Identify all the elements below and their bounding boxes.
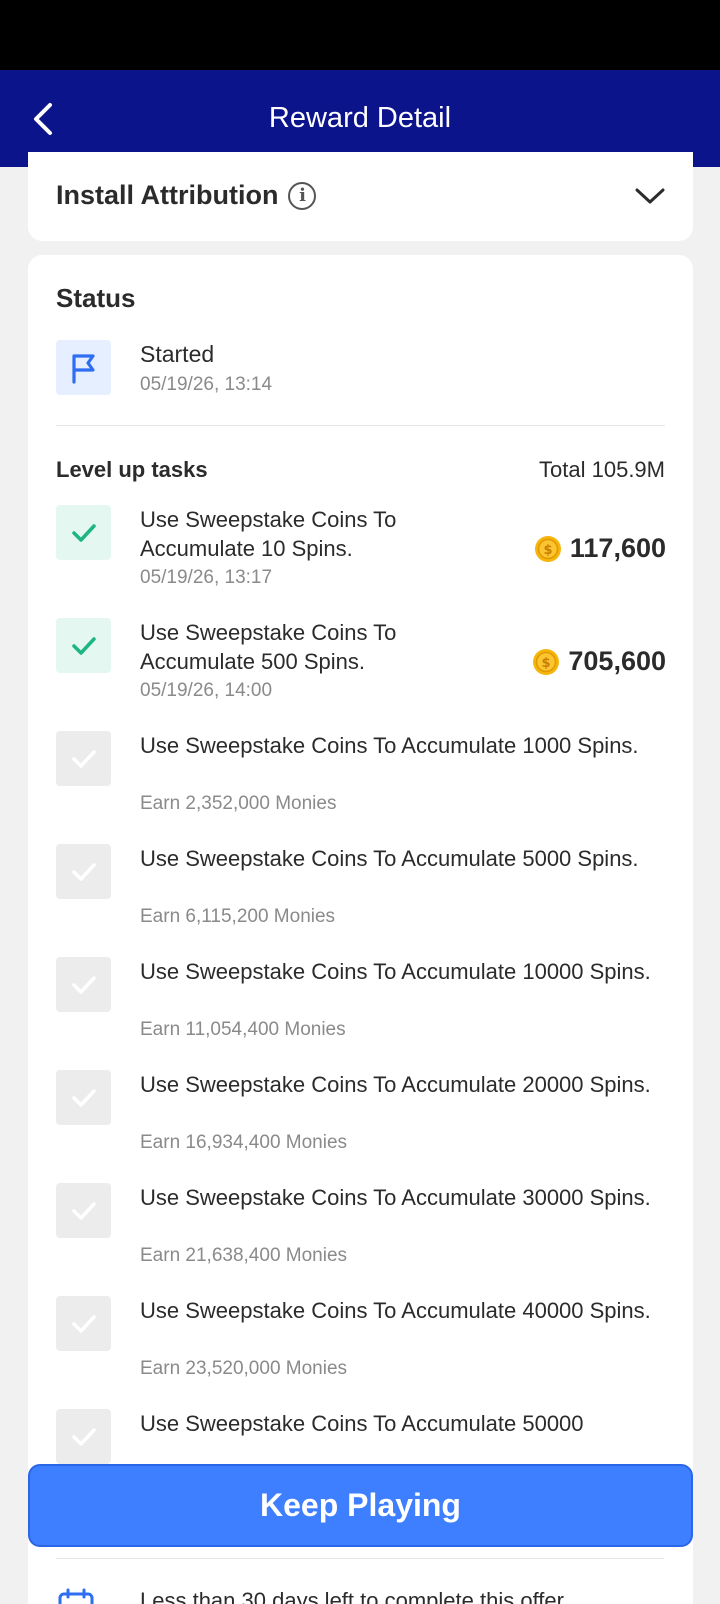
task-title: Use Sweepstake Coins To Accumulate 1000 …: [140, 733, 639, 758]
check-icon: [71, 1088, 96, 1107]
task-title: Use Sweepstake Coins To Accumulate 40000…: [140, 1298, 651, 1323]
calendar-icon: [58, 1588, 94, 1604]
task-checkbox-done: [56, 505, 111, 560]
task-title: Use Sweepstake Coins To Accumulate 30000…: [140, 1185, 651, 1210]
coin-icon: $: [533, 648, 560, 675]
task-title: Use Sweepstake Coins To Accumulate 10 Sp…: [140, 507, 397, 561]
divider: [56, 425, 665, 426]
info-icon[interactable]: i: [288, 181, 317, 210]
check-icon: [71, 1314, 96, 1333]
task-title: Use Sweepstake Coins To Accumulate 500 S…: [140, 620, 397, 674]
flag-icon: [71, 353, 95, 384]
task-checkbox-pending: [56, 844, 111, 899]
task-reward-amount: 117,600: [569, 533, 666, 563]
install-attribution-header: Install Attribution i: [56, 180, 317, 211]
task-item: Use Sweepstake Coins To Accumulate 5000 …: [56, 844, 666, 944]
task-earn-amount: Earn 21,638,400 Monies: [140, 1245, 348, 1266]
task-earn-amount: Earn 16,934,400 Monies: [140, 1132, 348, 1153]
keep-playing-button[interactable]: Keep Playing: [28, 1464, 693, 1547]
task-earn-amount: Earn 23,520,000 Monies: [140, 1358, 348, 1379]
task-item: Use Sweepstake Coins To Accumulate 1000 …: [56, 731, 666, 831]
svg-text:$: $: [542, 656, 551, 671]
task-title: Use Sweepstake Coins To Accumulate 10000…: [140, 959, 651, 984]
task-item: Use Sweepstake Coins To Accumulate 40000…: [56, 1296, 666, 1396]
status-started-time: 05/19/26, 13:14: [140, 374, 273, 395]
task-item: Use Sweepstake Coins To Accumulate 30000…: [56, 1183, 666, 1283]
task-title: Use Sweepstake Coins To Accumulate 20000…: [140, 1072, 651, 1097]
check-icon: [71, 862, 96, 881]
task-reward: $ 705,600: [532, 646, 666, 677]
task-completed-time: 05/19/26, 14:00: [140, 680, 273, 701]
check-icon: [71, 636, 96, 655]
task-earn-amount: Earn 2,352,000 Monies: [140, 793, 337, 814]
divider: [56, 1558, 664, 1559]
back-button[interactable]: [20, 96, 66, 142]
task-earn-amount: Earn 11,054,400 Monies: [140, 1019, 346, 1040]
chevron-down-icon[interactable]: [633, 184, 667, 208]
status-started-label: Started: [140, 341, 215, 367]
task-title: Use Sweepstake Coins To Accumulate 5000 …: [140, 846, 639, 871]
task-checkbox-pending: [56, 957, 111, 1012]
svg-text:$: $: [543, 543, 552, 558]
status-card: Status Started 05/19/26, 13:14 Level up …: [28, 255, 693, 1604]
check-icon: [71, 1201, 96, 1220]
check-icon: [71, 523, 96, 542]
task-checkbox-pending: [56, 731, 111, 786]
task-checkbox-pending: [56, 1409, 111, 1464]
level-up-tasks-total: Total 105.9M: [539, 457, 665, 482]
task-completed-time: 05/19/26, 13:17: [140, 567, 273, 588]
chevron-left-icon: [34, 103, 52, 135]
task-title: Use Sweepstake Coins To Accumulate 50000: [140, 1411, 584, 1436]
check-icon: [71, 1427, 96, 1446]
task-checkbox-pending: [56, 1296, 111, 1351]
status-title: Status: [56, 283, 136, 313]
status-flag-badge: [56, 340, 111, 395]
task-item: Use Sweepstake Coins To Accumulate 10 Sp…: [56, 505, 666, 605]
task-item: Use Sweepstake Coins To Accumulate 10000…: [56, 957, 666, 1057]
task-reward: $ 117,600: [534, 533, 666, 564]
system-status-bar: [0, 0, 720, 70]
task-item: Use Sweepstake Coins To Accumulate 500 S…: [56, 618, 666, 718]
check-icon: [71, 975, 96, 994]
offer-deadline-text: Less than 30 days left to complete this …: [140, 1588, 564, 1604]
task-reward-amount: 705,600: [568, 646, 666, 676]
check-icon: [71, 749, 96, 768]
level-up-tasks-title: Level up tasks: [56, 457, 208, 482]
coin-icon: $: [534, 535, 561, 562]
task-checkbox-pending: [56, 1070, 111, 1125]
task-earn-amount: Earn 6,115,200 Monies: [140, 906, 336, 927]
task-checkbox-done: [56, 618, 111, 673]
task-checkbox-pending: [56, 1183, 111, 1238]
task-item: Use Sweepstake Coins To Accumulate 20000…: [56, 1070, 666, 1170]
install-attribution-title: Install Attribution: [56, 180, 279, 210]
install-attribution-card[interactable]: Install Attribution i: [28, 152, 693, 241]
